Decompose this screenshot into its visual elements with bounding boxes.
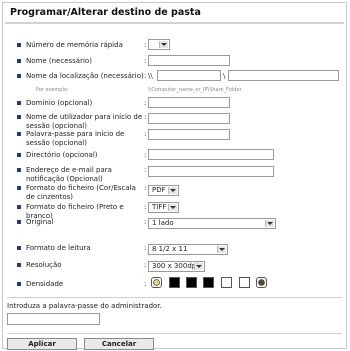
chevron-down-icon (159, 41, 168, 48)
password-label: Palavra-passe para início de sessão (opc… (26, 130, 125, 147)
bullet-icon (17, 205, 21, 209)
scan-size-label: Formato de leitura (26, 244, 91, 252)
email-input[interactable] (148, 166, 274, 177)
chevron-down-icon (217, 246, 226, 253)
admin-password-prompt: Introduza a palavra-passe do administrad… (7, 302, 162, 310)
directory-label: Directório (opcional) (26, 151, 98, 159)
colon: : (144, 244, 147, 252)
density-darker-icon[interactable] (256, 277, 267, 288)
page-title: Programar/Alterar destino de pasta (10, 7, 201, 18)
colon: : (144, 41, 147, 49)
bullet-icon (17, 74, 21, 78)
quick-memory-label: Número de memória rápida (26, 41, 123, 49)
title-divider (5, 22, 344, 24)
quick-memory-select[interactable] (148, 39, 170, 50)
password-input[interactable] (148, 129, 230, 140)
chevron-down-icon (265, 220, 274, 227)
colon: : (144, 261, 147, 269)
density-level-5[interactable] (239, 277, 250, 288)
file-format-bw-select[interactable]: TIFF (148, 202, 179, 213)
bullet-icon (17, 43, 21, 47)
original-label: Original (26, 218, 54, 226)
density-level-2[interactable] (186, 277, 197, 288)
resolution-label: Resolução (26, 261, 62, 269)
location-computer-input[interactable] (157, 70, 221, 81)
username-label: Nome de utilizador para início de sessão… (26, 113, 143, 130)
directory-input[interactable] (148, 149, 274, 160)
domain-input[interactable] (148, 97, 230, 108)
original-select[interactable]: 1 lado (148, 218, 276, 229)
bullet-icon (17, 263, 21, 267)
density-level-4[interactable] (221, 277, 232, 288)
location-label: Nome da localização (necessário) (26, 72, 144, 80)
colon: : (144, 218, 147, 226)
colon: : (144, 184, 147, 192)
density-level-3[interactable] (203, 277, 214, 288)
bullet-icon (17, 186, 21, 190)
colon: : (144, 280, 147, 288)
colon: : (144, 151, 147, 159)
location-share-input[interactable] (228, 70, 339, 81)
file-format-bw-value: TIFF (152, 203, 167, 211)
bullet-icon (17, 132, 21, 136)
chevron-down-icon (194, 263, 203, 270)
bullet-icon (17, 220, 21, 224)
username-input[interactable] (148, 113, 230, 124)
location-prefix: \\ (148, 72, 153, 80)
name-label: Nome (necessário) (26, 57, 92, 65)
example-label: Por exemplo: (36, 87, 69, 93)
colon: : (144, 99, 147, 107)
scan-size-select[interactable]: 8 1/2 x 11 (148, 244, 228, 255)
chevron-down-icon (168, 187, 177, 194)
bullet-icon (17, 115, 21, 119)
bullet-icon (17, 282, 21, 286)
scan-size-value: 8 1/2 x 11 (152, 245, 188, 253)
colon: : (144, 113, 147, 121)
resolution-value: 300 x 300dpi (152, 262, 199, 270)
resolution-select[interactable]: 300 x 300dpi (148, 261, 205, 272)
bullet-icon (17, 101, 21, 105)
density-lighter-icon[interactable] (151, 277, 162, 288)
example-value: \\Computer_name_or_IP\Share_Folder (148, 87, 242, 93)
apply-button[interactable]: Aplicar (7, 338, 77, 350)
colon: : (144, 130, 147, 138)
bullet-icon (17, 246, 21, 250)
colon: : (144, 57, 147, 65)
section-divider (7, 297, 342, 298)
colon: : (144, 166, 147, 174)
bullet-icon (17, 168, 21, 172)
colon: : (144, 203, 147, 211)
density-level-1[interactable] (169, 277, 180, 288)
dialog-frame: Programar/Alterar destino de pasta Númer… (2, 2, 347, 350)
file-format-color-select[interactable]: PDF (148, 185, 179, 196)
location-separator: \ (223, 72, 226, 80)
email-label: Endereço de e-mail para notificação (Opc… (26, 166, 112, 183)
original-value: 1 lado (152, 219, 174, 227)
bullet-icon (17, 59, 21, 63)
chevron-down-icon (168, 204, 177, 211)
admin-password-input[interactable] (7, 313, 100, 325)
cancel-button[interactable]: Cancelar (84, 338, 154, 350)
name-input[interactable] (148, 55, 230, 66)
domain-label: Domínio (opcional) (26, 99, 93, 107)
footer-divider (7, 333, 342, 334)
file-format-color-label: Formato do ficheiro (Cor/Escala de cinze… (26, 184, 136, 201)
bullet-icon (17, 153, 21, 157)
colon: : (144, 72, 147, 80)
file-format-color-value: PDF (152, 186, 166, 194)
density-label: Densidade (26, 280, 64, 288)
